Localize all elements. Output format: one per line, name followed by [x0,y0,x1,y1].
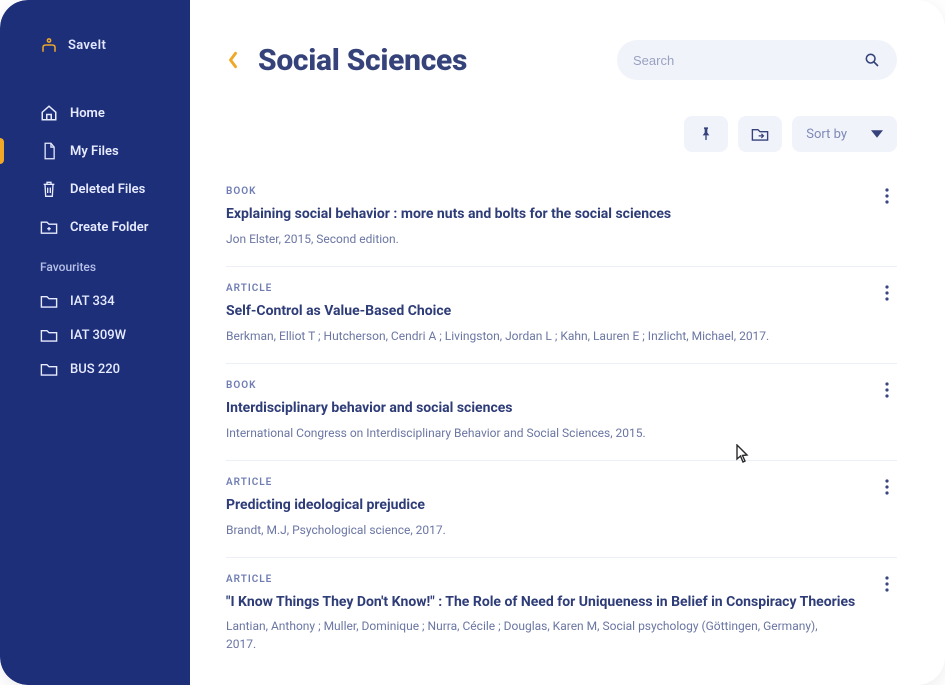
sidebar: SaveIt Home My Files Deleted Files [0,0,190,685]
folder-icon [40,292,58,310]
favourite-label: BUS 220 [70,362,120,377]
back-button[interactable] [226,50,240,70]
nav-item-create-folder[interactable]: Create Folder [0,208,190,246]
folder-icon [40,326,58,344]
entry-title: Self-Control as Value-Based Choice [226,302,897,321]
chevron-down-icon [871,127,883,142]
entry-meta: Berkman, Elliot T ; Hutcherson, Cendri A… [226,327,836,345]
more-vertical-icon [878,284,896,302]
entry-type: ARTICLE [226,574,897,585]
entry-more-button[interactable] [877,378,897,402]
favourite-label: IAT 334 [70,294,115,309]
entry-more-button[interactable] [877,184,897,208]
entries-list: BOOK Explaining social behavior : more n… [226,170,897,671]
nav-label: Create Folder [70,220,148,235]
entry-title: "I Know Things They Don't Know!" : The R… [226,593,897,612]
header-row: Social Sciences [226,40,897,80]
more-vertical-icon [878,478,896,496]
entry-meta: International Congress on Interdisciplin… [226,424,836,442]
list-item[interactable]: ARTICLE "I Know Things They Don't Know!"… [226,558,897,672]
favourite-item[interactable]: IAT 309W [0,318,190,352]
entry-meta: Brandt, M.J, Psychological science, 2017… [226,521,836,539]
favourite-item[interactable]: IAT 334 [0,284,190,318]
search-icon [863,51,881,69]
search-field[interactable] [617,40,897,80]
list-item[interactable]: BOOK Interdisciplinary behavior and soci… [226,364,897,461]
favourites-heading: Favourites [0,246,190,284]
toolbar: Sort by [226,116,897,152]
brand-text: SaveIt [68,38,106,53]
app-frame: SaveIt Home My Files Deleted Files [0,0,945,685]
move-folder-button[interactable] [738,116,782,152]
nav-label: My Files [70,144,119,159]
trash-icon [40,180,58,198]
nav-item-my-files[interactable]: My Files [0,132,190,170]
entry-type: BOOK [226,380,897,391]
favourites-list: IAT 334 IAT 309W BUS 220 [0,284,190,386]
more-vertical-icon [878,381,896,399]
favourite-item[interactable]: BUS 220 [0,352,190,386]
brand-icon [40,36,58,54]
entry-more-button[interactable] [877,572,897,596]
nav-label: Deleted Files [70,182,145,197]
pin-button[interactable] [684,116,728,152]
nav-item-home[interactable]: Home [0,94,190,132]
more-vertical-icon [878,575,896,593]
page-title: Social Sciences [258,43,467,78]
entry-meta: Lantian, Anthony ; Muller, Dominique ; N… [226,617,836,653]
entry-more-button[interactable] [877,475,897,499]
entry-type: BOOK [226,186,897,197]
nav-label: Home [70,106,105,121]
folder-move-icon [751,125,769,143]
entry-title: Explaining social behavior : more nuts a… [226,205,897,224]
entry-type: ARTICLE [226,283,897,294]
entry-meta: Jon Elster, 2015, Second edition. [226,230,836,248]
search-input[interactable] [633,53,855,68]
sort-label: Sort by [806,127,847,142]
list-item[interactable]: BOOK Explaining social behavior : more n… [226,170,897,267]
main-content: Social Sciences Sort by [190,0,945,685]
pin-icon [697,125,715,143]
primary-nav: Home My Files Deleted Files Create Folde… [0,94,190,246]
brand[interactable]: SaveIt [0,36,190,54]
nav-item-deleted-files[interactable]: Deleted Files [0,170,190,208]
file-icon [40,142,58,160]
folder-plus-icon [40,218,58,236]
list-item[interactable]: ARTICLE Predicting ideological prejudice… [226,461,897,558]
list-item[interactable]: ARTICLE Self-Control as Value-Based Choi… [226,267,897,364]
entry-title: Predicting ideological prejudice [226,496,897,515]
folder-icon [40,360,58,378]
favourite-label: IAT 309W [70,328,126,343]
entry-more-button[interactable] [877,281,897,305]
entry-type: ARTICLE [226,477,897,488]
entry-title: Interdisciplinary behavior and social sc… [226,399,897,418]
more-vertical-icon [878,187,896,205]
home-icon [40,104,58,122]
sort-button[interactable]: Sort by [792,116,897,152]
